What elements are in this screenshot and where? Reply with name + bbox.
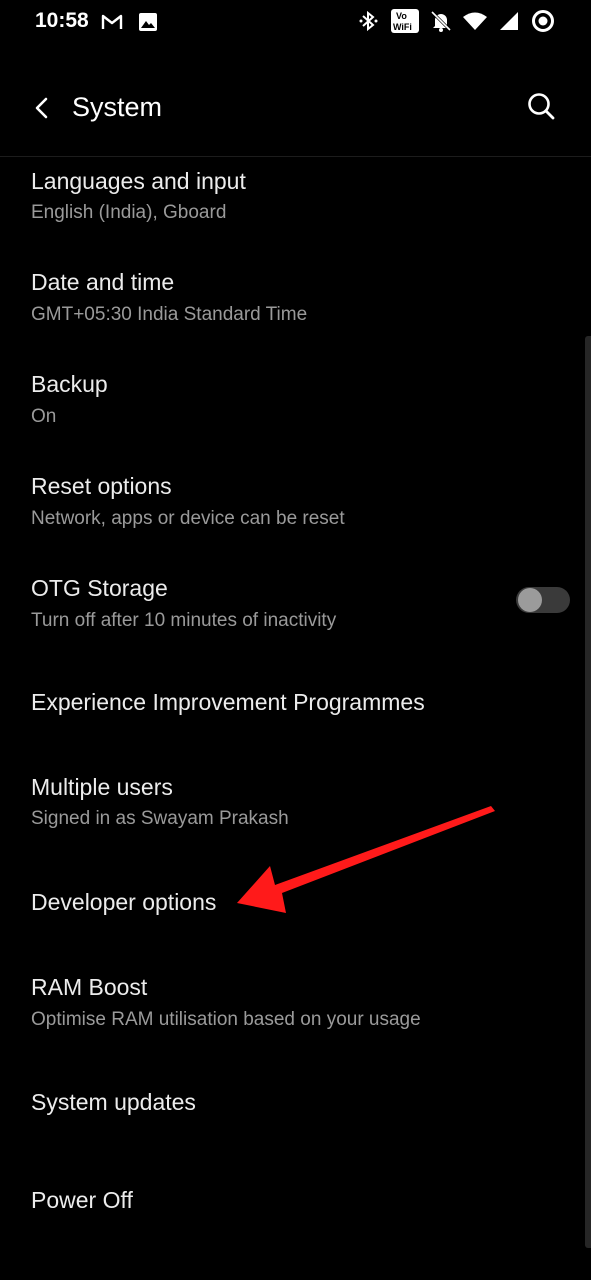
setting-power-off[interactable]: Power Off [0,1166,580,1236]
setting-backup[interactable]: Backup On [0,361,580,457]
setting-title: Backup [31,371,108,397]
setting-summary: GMT+05:30 India Standard Time [31,304,308,325]
setting-title: System updates [31,1089,196,1115]
setting-summary: Optimise RAM utilisation based on your u… [31,1009,421,1030]
setting-title: Developer options [31,889,217,915]
otg-storage-toggle[interactable] [516,587,570,613]
setting-otg-storage[interactable]: OTG Storage Turn off after 10 minutes of… [0,565,580,661]
setting-summary: Signed in as Swayam Prakash [31,808,289,829]
setting-developer-options[interactable]: Developer options [0,868,580,938]
setting-summary: Network, apps or device can be reset [31,508,345,529]
setting-ram-boost[interactable]: RAM Boost Optimise RAM utilisation based… [0,965,580,1061]
setting-title: Experience Improvement Programmes [31,689,425,715]
setting-system-updates[interactable]: System updates [0,1068,580,1138]
setting-title: Languages and input [31,168,246,194]
setting-title: OTG Storage [31,575,168,601]
setting-experience-improvement-programmes[interactable]: Experience Improvement Programmes [0,668,580,738]
scrollbar[interactable] [585,336,591,1248]
toggle-thumb [518,588,542,612]
setting-title: Power Off [31,1187,133,1213]
settings-list: Languages and input English (India), Gbo… [0,0,591,1280]
setting-summary: English (India), Gboard [31,202,227,223]
setting-title: Multiple users [31,774,173,800]
setting-reset-options[interactable]: Reset options Network, apps or device ca… [0,463,580,559]
setting-summary: Turn off after 10 minutes of inactivity [31,610,337,631]
setting-title: Date and time [31,269,175,295]
setting-title: RAM Boost [31,974,148,1000]
setting-summary: On [31,406,57,427]
setting-date-and-time[interactable]: Date and time GMT+05:30 India Standard T… [0,259,580,355]
setting-title: Reset options [31,473,172,499]
setting-languages-and-input[interactable]: Languages and input English (India), Gbo… [0,158,580,254]
setting-multiple-users[interactable]: Multiple users Signed in as Swayam Praka… [0,764,580,860]
screen: 10:58 Vo WiFi System Languages and input… [0,0,591,1280]
